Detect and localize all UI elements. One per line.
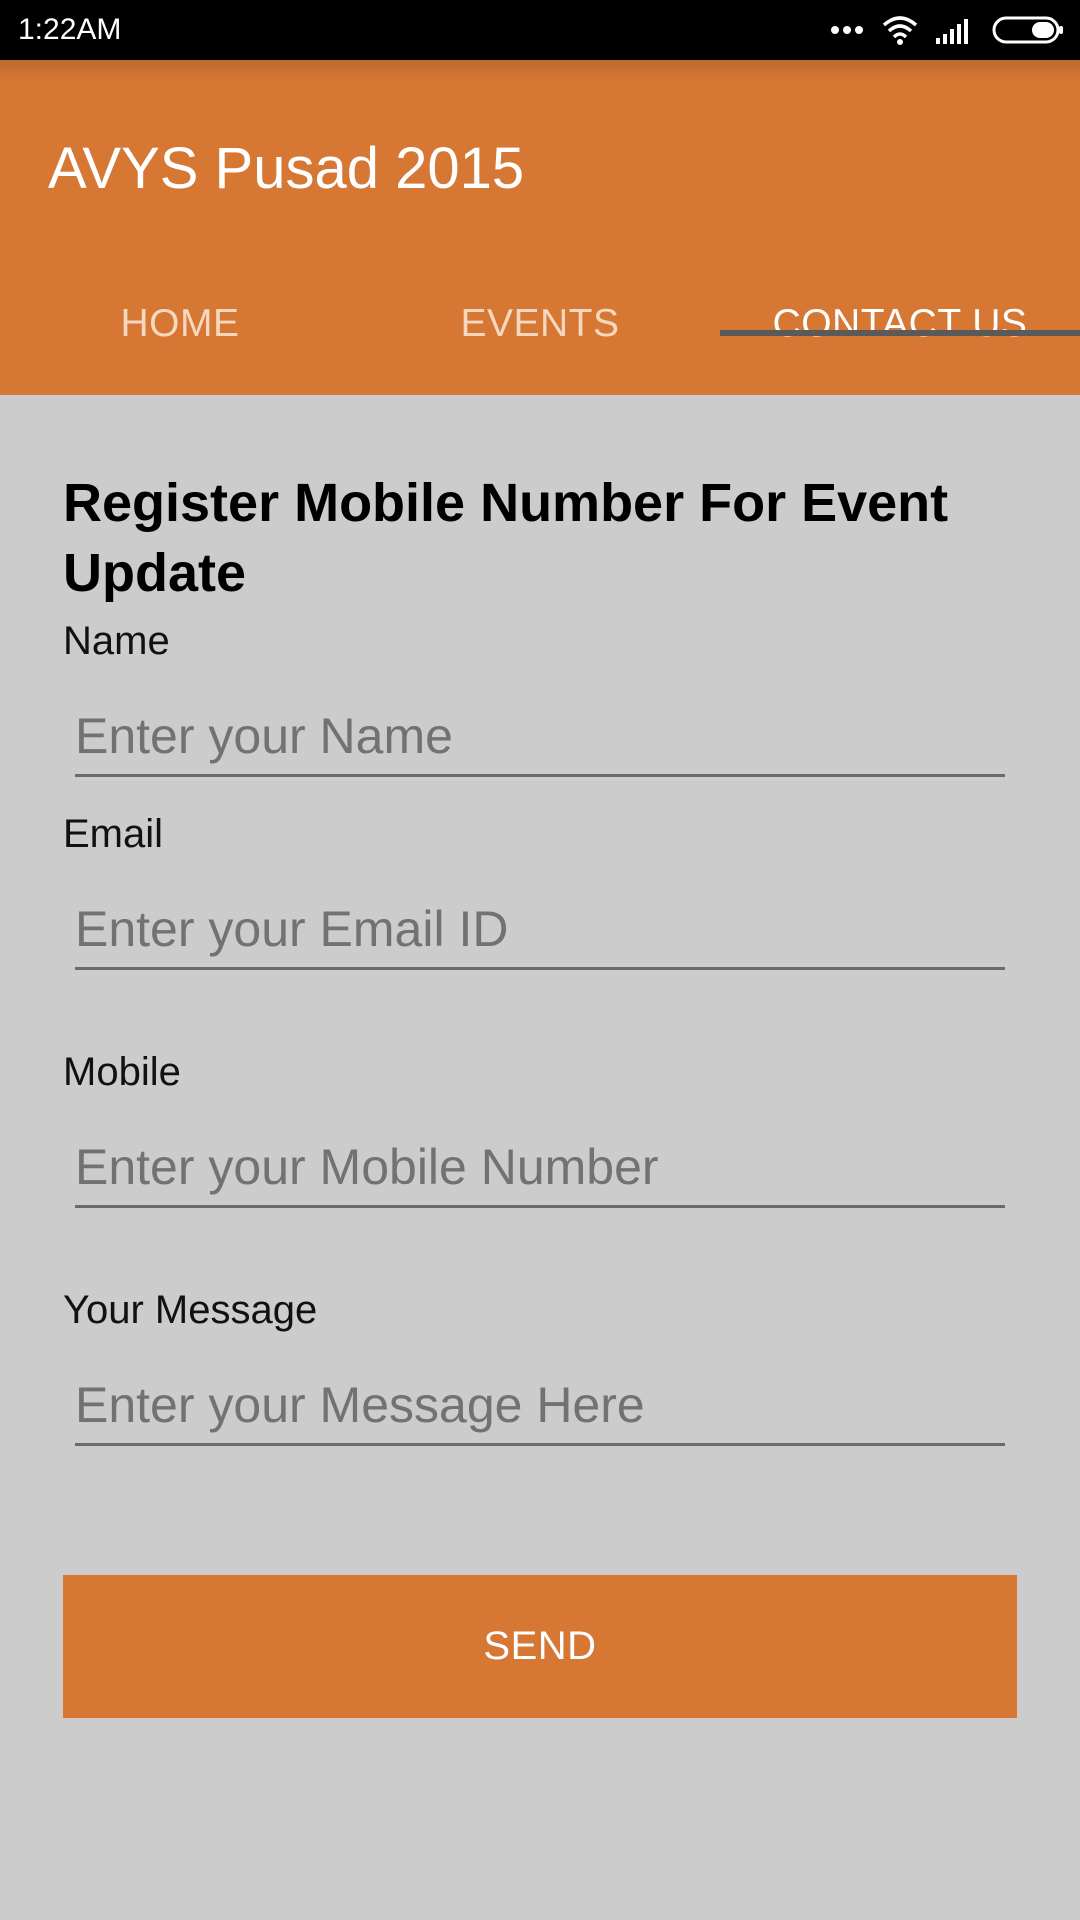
app-bar-shadow [0,60,1080,80]
email-label: Email [63,812,164,856]
tab-bar: HOME EVENTS CONTACT US [0,260,1080,395]
signal-icon [936,16,974,44]
mobile-label: Mobile [63,1050,181,1094]
message-label: Your Message [63,1288,318,1332]
message-input[interactable] [75,1366,1005,1446]
email-input[interactable] [75,890,1005,970]
mobile-input[interactable] [75,1128,1005,1208]
status-time: 1:22AM [18,13,122,46]
status-icons [830,12,1064,48]
active-tab-indicator [720,330,1080,336]
tab-events[interactable]: EVENTS [360,260,720,395]
app-title: AVYS Pusad 2015 [48,136,525,201]
tab-contact-us[interactable]: CONTACT US [720,260,1080,395]
name-label: Name [63,619,170,663]
name-input[interactable] [75,697,1005,777]
app-bar: AVYS Pusad 2015 HOME EVENTS CONTACT US [0,60,1080,395]
wifi-icon [882,15,918,45]
more-dots-icon [830,25,864,35]
status-bar: 1:22AM [0,0,1080,60]
tab-home[interactable]: HOME [0,260,360,395]
battery-icon [992,16,1064,44]
form-heading: Register Mobile Number For Event Update [63,473,949,603]
send-button[interactable]: SEND [63,1575,1017,1718]
